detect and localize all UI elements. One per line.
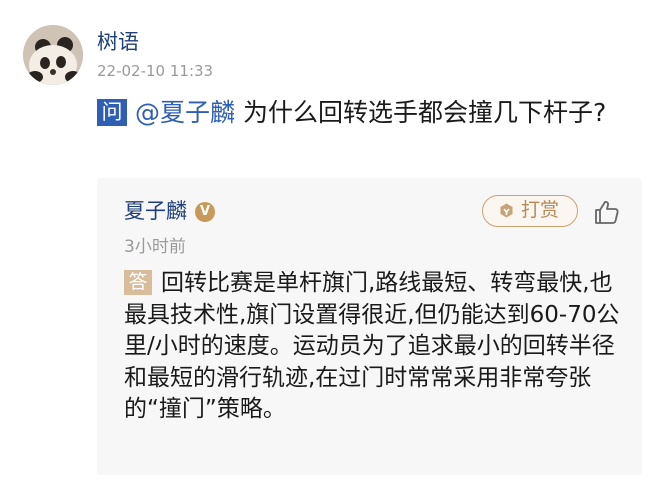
- answer-card: 夏子麟 V 打赏 3小时前 答回转比赛是单杆旗门,路线最短、转弯最快,也最具技术…: [97, 178, 642, 475]
- thumbs-up-icon: [595, 201, 619, 224]
- question-badge: 问: [97, 99, 127, 126]
- reward-button[interactable]: 打赏: [482, 195, 578, 227]
- avatar[interactable]: [23, 25, 83, 85]
- question-mention-link[interactable]: @夏子麟: [135, 98, 235, 127]
- answer-text: 回转比赛是单杆旗门,路线最短、转弯最快,也最具技术性,旗门设置得很近,但仍能达到…: [124, 270, 620, 422]
- answer-time: 3小时前: [124, 237, 186, 257]
- question-text-block: 问 @夏子麟 为什么回转选手都会撞几下杆子?: [97, 97, 627, 129]
- panda-avatar-icon: [23, 25, 83, 85]
- post-timestamp: 22-02-10 11:33: [97, 62, 214, 80]
- like-button[interactable]: [593, 198, 621, 226]
- answer-text-block: 答回转比赛是单杆旗门,路线最短、转弯最快,也最具技术性,旗门设置得很近,但仍能达…: [124, 268, 624, 426]
- reward-label: 打赏: [521, 199, 560, 221]
- answer-badge: 答: [124, 270, 152, 295]
- post-author[interactable]: 树语: [97, 28, 139, 56]
- question-text: 为什么回转选手都会撞几下杆子?: [235, 98, 607, 127]
- qa-post: 树语 22-02-10 11:33 问 @夏子麟 为什么回转选手都会撞几下杆子? …: [0, 0, 667, 503]
- verified-badge: V: [195, 202, 215, 222]
- answer-author[interactable]: 夏子麟: [124, 197, 187, 225]
- reward-icon: [500, 203, 513, 218]
